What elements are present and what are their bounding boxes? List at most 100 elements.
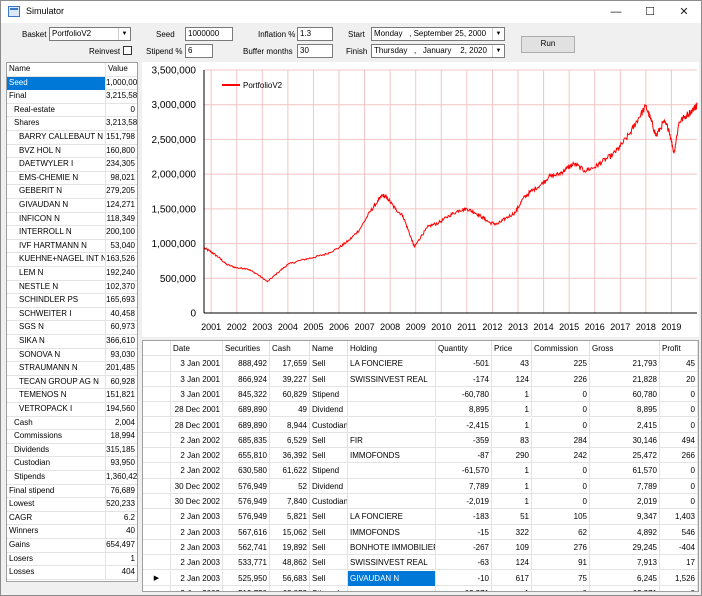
- cell-profit[interactable]: -404: [660, 539, 698, 555]
- cell-cash[interactable]: 49: [270, 402, 310, 418]
- summary-row[interactable]: Real-estate 0: [7, 103, 137, 118]
- summary-row-value[interactable]: 160,800: [106, 145, 137, 158]
- cell-name[interactable]: Sell: [310, 524, 348, 540]
- cell-date[interactable]: 2 Jan 2003: [171, 570, 223, 586]
- stipend-input[interactable]: 6: [185, 44, 213, 58]
- cell-cash[interactable]: 7,840: [270, 494, 310, 509]
- summary-row[interactable]: SCHWEITER I 40,458: [7, 307, 137, 322]
- summary-row-value[interactable]: 6.2: [106, 512, 137, 525]
- cell-quantity[interactable]: -15: [436, 524, 492, 540]
- summary-row[interactable]: Losses 404: [7, 566, 137, 580]
- chevron-down-icon[interactable]: ▼: [118, 28, 130, 40]
- inflation-input[interactable]: 1.3: [297, 27, 333, 41]
- cell-profit[interactable]: 17: [660, 555, 698, 571]
- summary-row[interactable]: CAGR 6.2: [7, 511, 137, 526]
- cell-date[interactable]: 2 Jan 2002: [171, 432, 223, 448]
- summary-row-value[interactable]: 1: [106, 553, 137, 566]
- cell-price[interactable]: 290: [492, 448, 532, 464]
- summary-row-value[interactable]: 1,360,425: [106, 471, 137, 484]
- summary-row-value[interactable]: 201,485: [106, 362, 137, 375]
- seed-input[interactable]: 1000000: [185, 27, 233, 41]
- cell-securities[interactable]: 576,949: [223, 494, 270, 509]
- summary-row-name[interactable]: BVZ HOL N: [7, 144, 106, 158]
- cell-commission[interactable]: 284: [532, 432, 590, 448]
- summary-row-value[interactable]: 404: [106, 566, 137, 579]
- start-date-picker[interactable]: Monday , September 25, 2000 ▼: [371, 27, 505, 41]
- cell-cash[interactable]: 15,062: [270, 524, 310, 540]
- cell-profit[interactable]: 1,403: [660, 509, 698, 525]
- summary-row-name[interactable]: Custodian: [7, 457, 106, 471]
- summary-row-name[interactable]: IVF HARTMANN N: [7, 239, 106, 253]
- cell-holding[interactable]: [348, 417, 436, 433]
- summary-row-value[interactable]: 102,370: [106, 281, 137, 294]
- summary-row-name[interactable]: DAETWYLER I: [7, 158, 106, 172]
- summary-row-value[interactable]: 53,040: [106, 240, 137, 253]
- summary-row-value[interactable]: 151,821: [106, 389, 137, 402]
- summary-row-name[interactable]: Losers: [7, 552, 106, 566]
- cell-commission[interactable]: 276: [532, 539, 590, 555]
- summary-row-value[interactable]: 200,100: [106, 226, 137, 239]
- cell-profit[interactable]: 0: [660, 402, 698, 418]
- summary-row[interactable]: Cash 2,004: [7, 416, 137, 431]
- cell-price[interactable]: 1: [492, 585, 532, 591]
- summary-row[interactable]: LEM N 192,240: [7, 267, 137, 281]
- cell-securities[interactable]: 866,924: [223, 371, 270, 387]
- table-row[interactable]: 3 Jan 2001 866,924 39,227 Sell SWISSINVEST R…: [143, 371, 698, 387]
- summary-row-name[interactable]: Final: [7, 90, 106, 104]
- summary-row-value[interactable]: 163,526: [106, 253, 137, 266]
- summary-row[interactable]: SIKA N 366,610: [7, 335, 137, 349]
- cell-securities[interactable]: 888,492: [223, 356, 270, 372]
- cell-gross[interactable]: 2,019: [590, 494, 660, 509]
- cell-commission[interactable]: 242: [532, 448, 590, 464]
- cell-profit[interactable]: 20: [660, 371, 698, 387]
- summary-row[interactable]: SONOVA N 93,030: [7, 348, 137, 363]
- cell-commission[interactable]: 0: [532, 417, 590, 433]
- cell-commission[interactable]: 0: [532, 386, 590, 402]
- table-row[interactable]: 2 Jan 2003519,75062,853Stipend-62,371106…: [143, 585, 698, 591]
- column-header-price[interactable]: Price: [492, 341, 532, 356]
- cell-cash[interactable]: 19,892: [270, 539, 310, 555]
- row-header-cell[interactable]: [143, 524, 171, 540]
- summary-name-header[interactable]: Name: [7, 63, 106, 76]
- column-header-name[interactable]: Name: [310, 341, 348, 356]
- cell-securities[interactable]: 689,890: [223, 402, 270, 418]
- cell-date[interactable]: 3 Jan 2001: [171, 356, 223, 372]
- cell-gross[interactable]: 9,347: [590, 509, 660, 525]
- table-row[interactable]: 2 Jan 2002 655,810 36,392 Sell IMMOFONDS -87 2…: [143, 448, 698, 464]
- summary-row-value[interactable]: 93,950: [106, 457, 137, 470]
- cell-price[interactable]: 124: [492, 371, 532, 387]
- column-header-quantity[interactable]: Quantity: [436, 341, 492, 356]
- reinvest-checkbox[interactable]: [123, 46, 132, 55]
- cell-quantity[interactable]: -2,019: [436, 494, 492, 509]
- summary-row-value[interactable]: 40: [106, 525, 137, 538]
- cell-gross[interactable]: 30,146: [590, 432, 660, 448]
- cell-gross[interactable]: 4,892: [590, 524, 660, 540]
- table-row[interactable]: ▶ 2 Jan 2003 525,950 56,683 Sell GIVAUDAN N -1…: [143, 570, 698, 586]
- cell-securities[interactable]: 519,750: [223, 585, 270, 591]
- summary-row-value[interactable]: 0: [106, 104, 137, 117]
- cell-gross[interactable]: 29,245: [590, 539, 660, 555]
- cell-commission[interactable]: 62: [532, 524, 590, 540]
- cell-date[interactable]: 3 Jan 2001: [171, 371, 223, 387]
- run-button[interactable]: Run: [521, 36, 575, 53]
- summary-row-value[interactable]: 654,497: [106, 539, 137, 552]
- summary-row[interactable]: IVF HARTMANN N 53,040: [7, 239, 137, 254]
- summary-row-name[interactable]: EMS-CHEMIE N: [7, 171, 106, 185]
- cell-price[interactable]: 1: [492, 402, 532, 418]
- cell-commission[interactable]: 91: [532, 555, 590, 571]
- cell-quantity[interactable]: -61,570: [436, 463, 492, 479]
- cell-name[interactable]: Sell: [310, 509, 348, 525]
- cell-holding[interactable]: [348, 494, 436, 509]
- cell-date[interactable]: 28 Dec 2001: [171, 402, 223, 418]
- cell-price[interactable]: 1: [492, 463, 532, 479]
- cell-price[interactable]: 1: [492, 478, 532, 494]
- cell-holding[interactable]: [348, 478, 436, 494]
- cell-commission[interactable]: 105: [532, 509, 590, 525]
- cell-name[interactable]: Stipend: [310, 463, 348, 479]
- summary-row-value[interactable]: 3,213,582: [106, 117, 137, 130]
- cell-date[interactable]: 2 Jan 2002: [171, 463, 223, 479]
- row-header-cell[interactable]: [143, 539, 171, 555]
- row-header-cell[interactable]: [143, 494, 171, 509]
- cell-commission[interactable]: 0: [532, 402, 590, 418]
- summary-row-name[interactable]: CAGR: [7, 511, 106, 525]
